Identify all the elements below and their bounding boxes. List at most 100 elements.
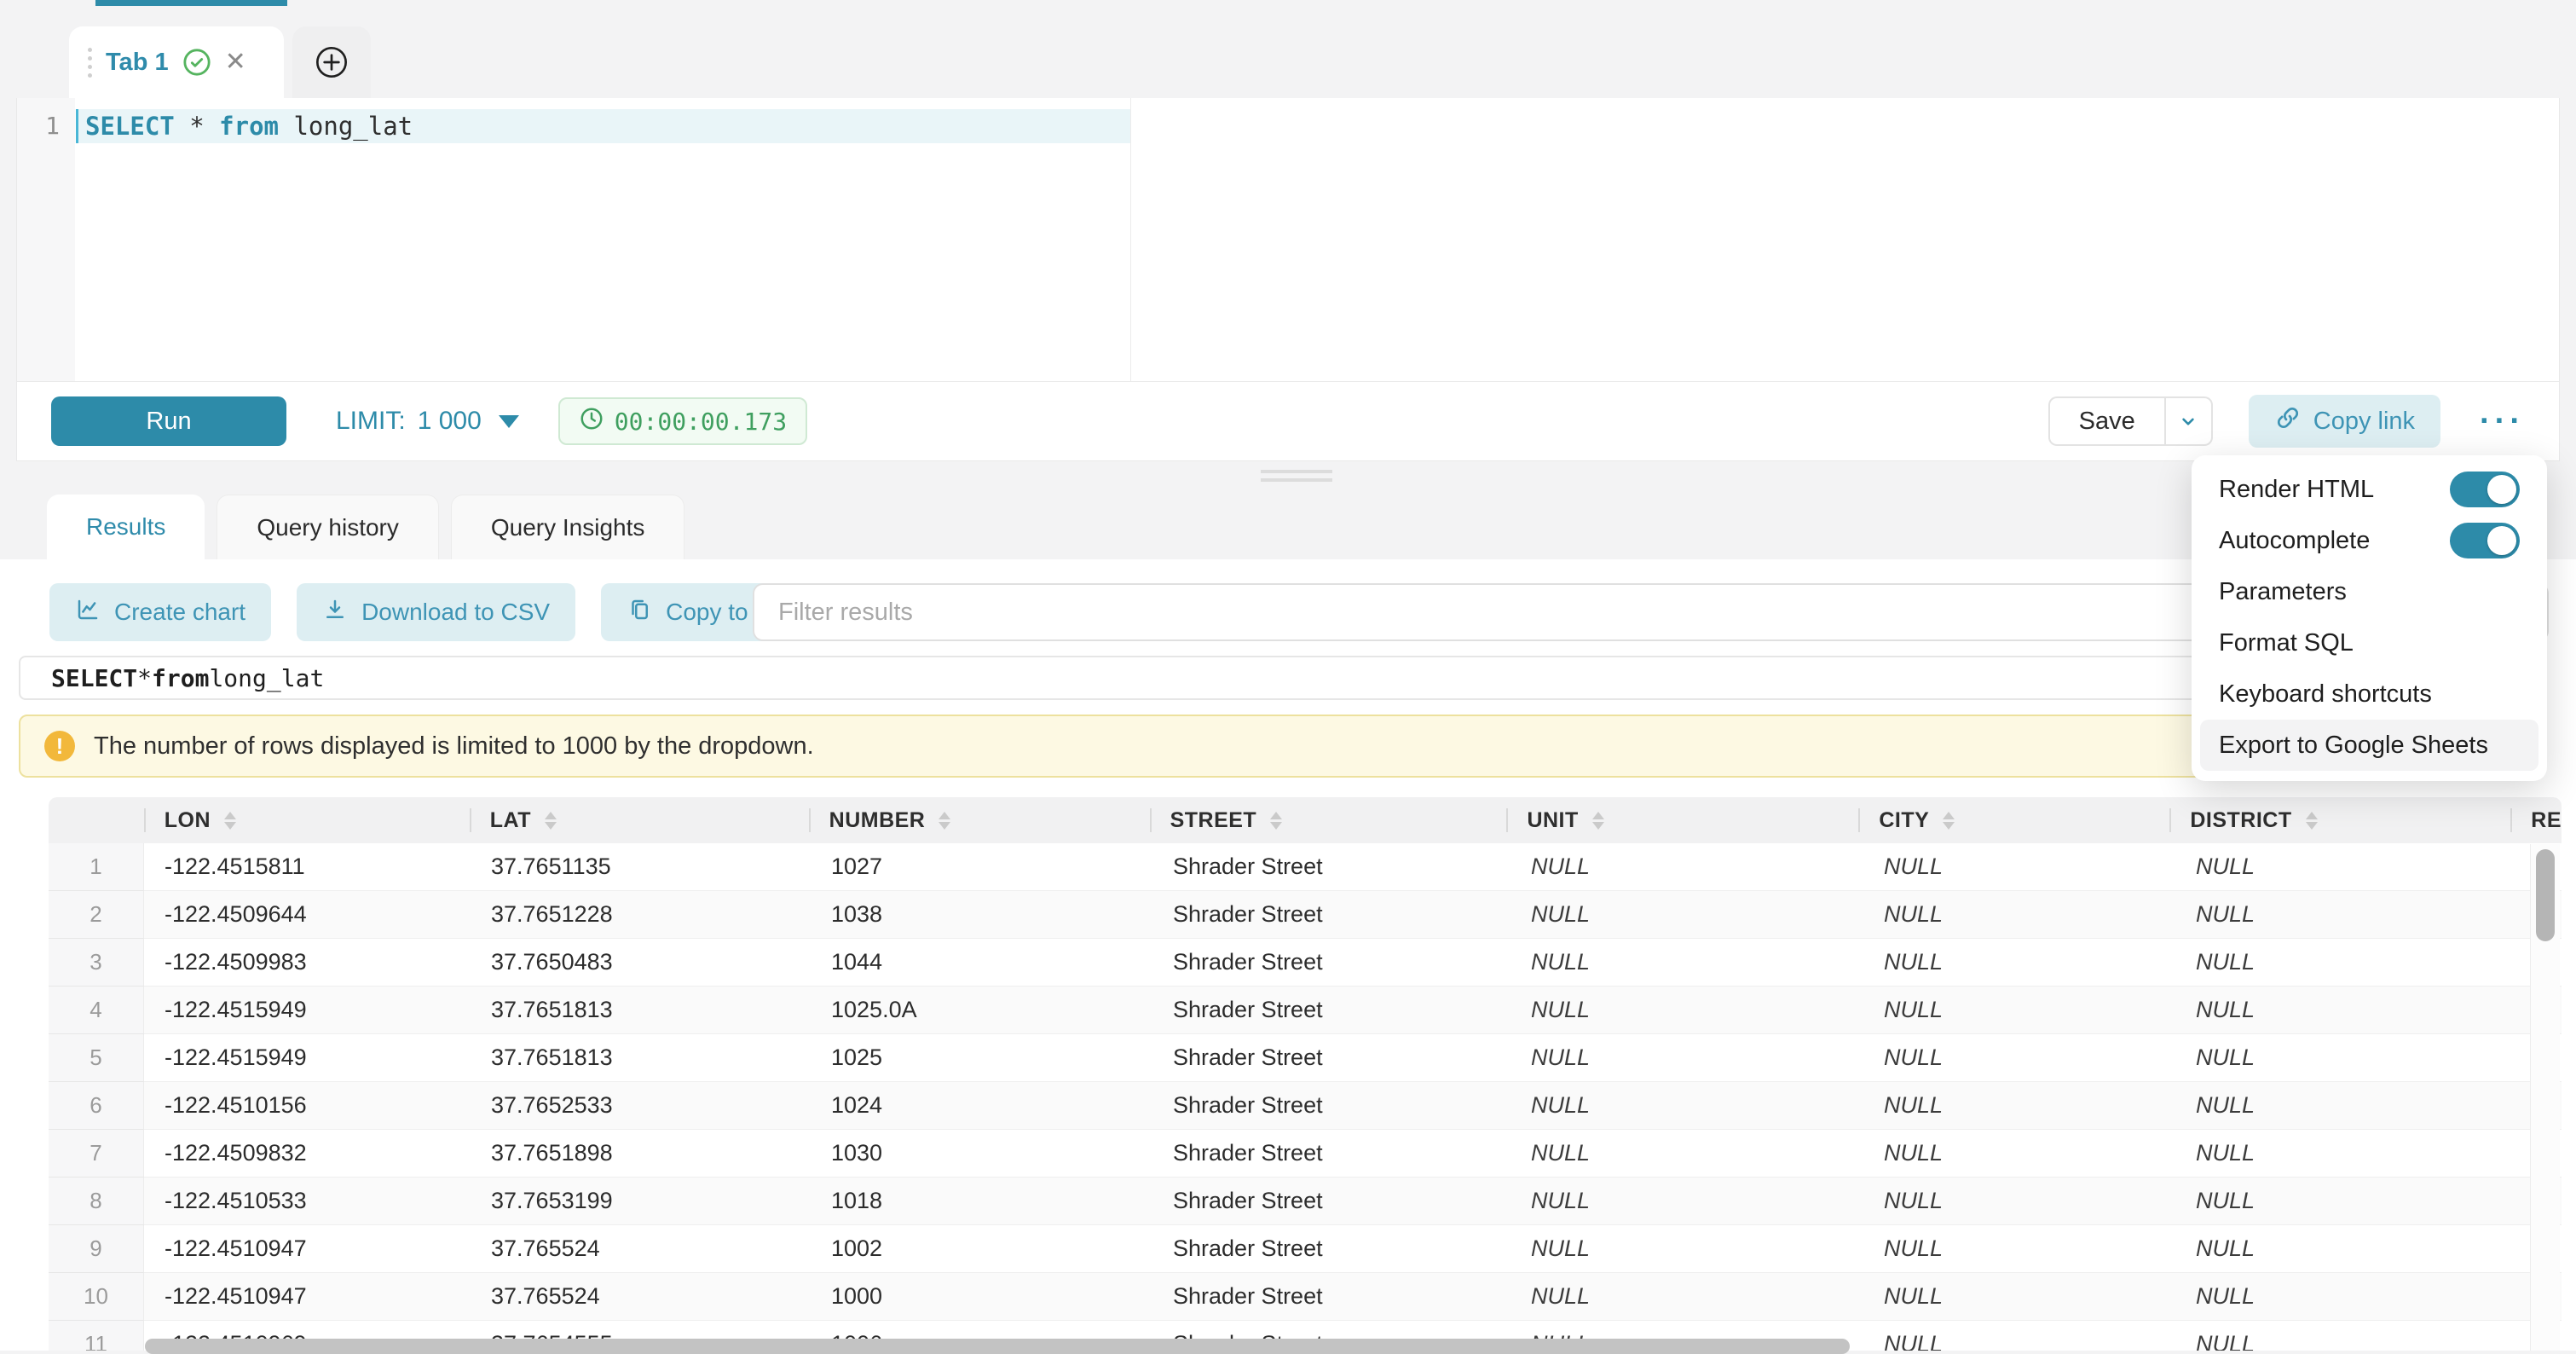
cell-city: NULL <box>1863 1130 2175 1178</box>
column-header-number[interactable]: NUMBER <box>809 797 1150 843</box>
menu-item-label: Render HTML <box>2219 476 2374 504</box>
cell-unit: NULL <box>1510 1273 1863 1321</box>
more-options-button[interactable]: ··· <box>2480 403 2525 440</box>
add-tab-button[interactable] <box>292 26 371 98</box>
sql-operator: * <box>175 112 219 141</box>
column-header-unit[interactable]: UNIT <box>1506 797 1858 843</box>
column-header-re[interactable]: RE <box>2510 797 2562 843</box>
tab-query-history[interactable]: Query history <box>217 495 439 559</box>
table-row[interactable]: 2 -122.4509644 37.7651228 1038 Shrader S… <box>49 891 2562 939</box>
menu-item-keyboard-shortcuts[interactable]: Keyboard shortcuts <box>2200 668 2538 720</box>
cell-district: NULL <box>2175 1321 2517 1351</box>
tab-query-insights[interactable]: Query Insights <box>451 495 685 559</box>
row-number-cell: 1 <box>49 843 144 891</box>
column-header-city[interactable]: CITY <box>1858 797 2169 843</box>
cell-number: 1025 <box>811 1034 1152 1082</box>
cell-street: Shrader Street <box>1152 1178 1510 1225</box>
pane-resize-handle[interactable] <box>1261 470 1332 484</box>
warning-message: The number of rows displayed is limited … <box>94 732 814 761</box>
cell-city: NULL <box>1863 1178 2175 1225</box>
table-row[interactable]: 5 -122.4515949 37.7651813 1025 Shrader S… <box>49 1034 2562 1082</box>
warning-icon: ! <box>44 731 75 761</box>
column-label: LON <box>165 808 211 833</box>
autocomplete-toggle[interactable] <box>2450 523 2520 558</box>
create-chart-button[interactable]: Create chart <box>49 583 271 641</box>
menu-item-label: Keyboard shortcuts <box>2219 680 2432 709</box>
vertical-scrollbar-thumb[interactable] <box>2536 849 2555 941</box>
copy-link-label: Copy link <box>2313 408 2415 436</box>
row-limit-warning-banner: ! The number of rows displayed is limite… <box>19 715 2540 778</box>
column-header-lon[interactable]: LON <box>144 797 470 843</box>
clock-icon <box>579 406 604 437</box>
close-tab-icon[interactable]: ✕ <box>225 49 246 75</box>
render-html-toggle[interactable] <box>2450 472 2520 507</box>
tab-tab1[interactable]: Tab 1 ✕ <box>69 26 284 98</box>
cell-unit: NULL <box>1510 1130 1863 1178</box>
cell-lon: -122.4509983 <box>144 939 471 987</box>
download-csv-button[interactable]: Download to CSV <box>297 583 575 641</box>
sort-icon[interactable] <box>2306 812 2318 830</box>
table-row[interactable]: 9 -122.4510947 37.765524 1002 Shrader St… <box>49 1225 2562 1273</box>
clipboard-icon <box>627 597 652 628</box>
cell-street: Shrader Street <box>1152 891 1510 939</box>
menu-item-autocomplete[interactable]: Autocomplete <box>2200 515 2538 566</box>
table-header-row: LON LAT NUMBER STREET UNIT CITY DISTRICT… <box>49 797 2562 843</box>
cell-lon: -122.4509644 <box>144 891 471 939</box>
column-label: RE <box>2531 808 2562 833</box>
cell-district: NULL <box>2175 843 2517 891</box>
table-row[interactable]: 3 -122.4509983 37.7650483 1044 Shrader S… <box>49 939 2562 987</box>
save-split-button: Save <box>2048 396 2213 446</box>
limit-dropdown[interactable]: LIMIT: 1 000 <box>336 407 519 436</box>
tab-drag-handle-icon[interactable] <box>88 48 92 78</box>
menu-item-parameters[interactable]: Parameters <box>2200 566 2538 617</box>
sort-icon[interactable] <box>545 812 557 830</box>
cell-unit: NULL <box>1510 843 1863 891</box>
sql-keyword: SELECT <box>85 112 175 141</box>
sql-keyword: from <box>219 112 279 141</box>
sort-icon[interactable] <box>939 812 950 830</box>
copy-link-button[interactable]: Copy link <box>2249 395 2440 448</box>
table-row[interactable]: 8 -122.4510533 37.7653199 1018 Shrader S… <box>49 1178 2562 1225</box>
row-number-cell: 7 <box>49 1130 144 1178</box>
sql-editor[interactable]: 1 SELECT * from long_lat <box>16 98 2560 381</box>
sort-icon[interactable] <box>1592 812 1604 830</box>
menu-item-label: Parameters <box>2219 578 2347 606</box>
sort-icon[interactable] <box>1270 812 1282 830</box>
table-row[interactable]: 1 -122.4515811 37.7651135 1027 Shrader S… <box>49 843 2562 891</box>
sql-code-line[interactable]: SELECT * from long_lat <box>85 112 413 141</box>
cell-lon: -122.4515811 <box>144 843 471 891</box>
cell-unit: NULL <box>1510 1034 1863 1082</box>
sort-icon[interactable] <box>224 812 236 830</box>
cell-street: Shrader Street <box>1152 939 1510 987</box>
run-button[interactable]: Run <box>51 396 286 446</box>
row-number-cell: 9 <box>49 1225 144 1273</box>
menu-item-export-google-sheets[interactable]: Export to Google Sheets <box>2200 720 2538 771</box>
chevron-down-icon <box>499 415 519 428</box>
column-header-lat[interactable]: LAT <box>470 797 809 843</box>
timer-value: 00:00:00.173 <box>615 408 787 436</box>
table-row[interactable]: 4 -122.4515949 37.7651813 1025.0A Shrade… <box>49 987 2562 1034</box>
cell-number: 1038 <box>811 891 1152 939</box>
horizontal-scrollbar-thumb[interactable] <box>145 1339 1850 1354</box>
sort-icon[interactable] <box>1943 812 1955 830</box>
column-label: NUMBER <box>829 808 926 833</box>
vertical-scrollbar-track[interactable] <box>2530 844 2560 1351</box>
menu-item-render-html[interactable]: Render HTML <box>2200 464 2538 515</box>
cell-district: NULL <box>2175 1034 2517 1082</box>
column-label: UNIT <box>1527 808 1578 833</box>
column-header-district[interactable]: DISTRICT <box>2169 797 2510 843</box>
cell-lat: 37.765524 <box>471 1273 811 1321</box>
editor-print-margin <box>1130 98 1131 381</box>
table-row[interactable]: 10 -122.4510947 37.765524 1000 Shrader S… <box>49 1273 2562 1321</box>
cell-lat: 37.7651135 <box>471 843 811 891</box>
save-button[interactable]: Save <box>2048 396 2165 446</box>
save-options-button[interactable] <box>2165 396 2213 446</box>
column-header-street[interactable]: STREET <box>1150 797 1507 843</box>
menu-item-format-sql[interactable]: Format SQL <box>2200 617 2538 668</box>
cell-district: NULL <box>2175 891 2517 939</box>
column-label: DISTRICT <box>2190 808 2291 833</box>
table-row[interactable]: 6 -122.4510156 37.7652533 1024 Shrader S… <box>49 1082 2562 1130</box>
table-row[interactable]: 7 -122.4509832 37.7651898 1030 Shrader S… <box>49 1130 2562 1178</box>
cell-unit: NULL <box>1510 1225 1863 1273</box>
tab-results[interactable]: Results <box>47 495 205 559</box>
